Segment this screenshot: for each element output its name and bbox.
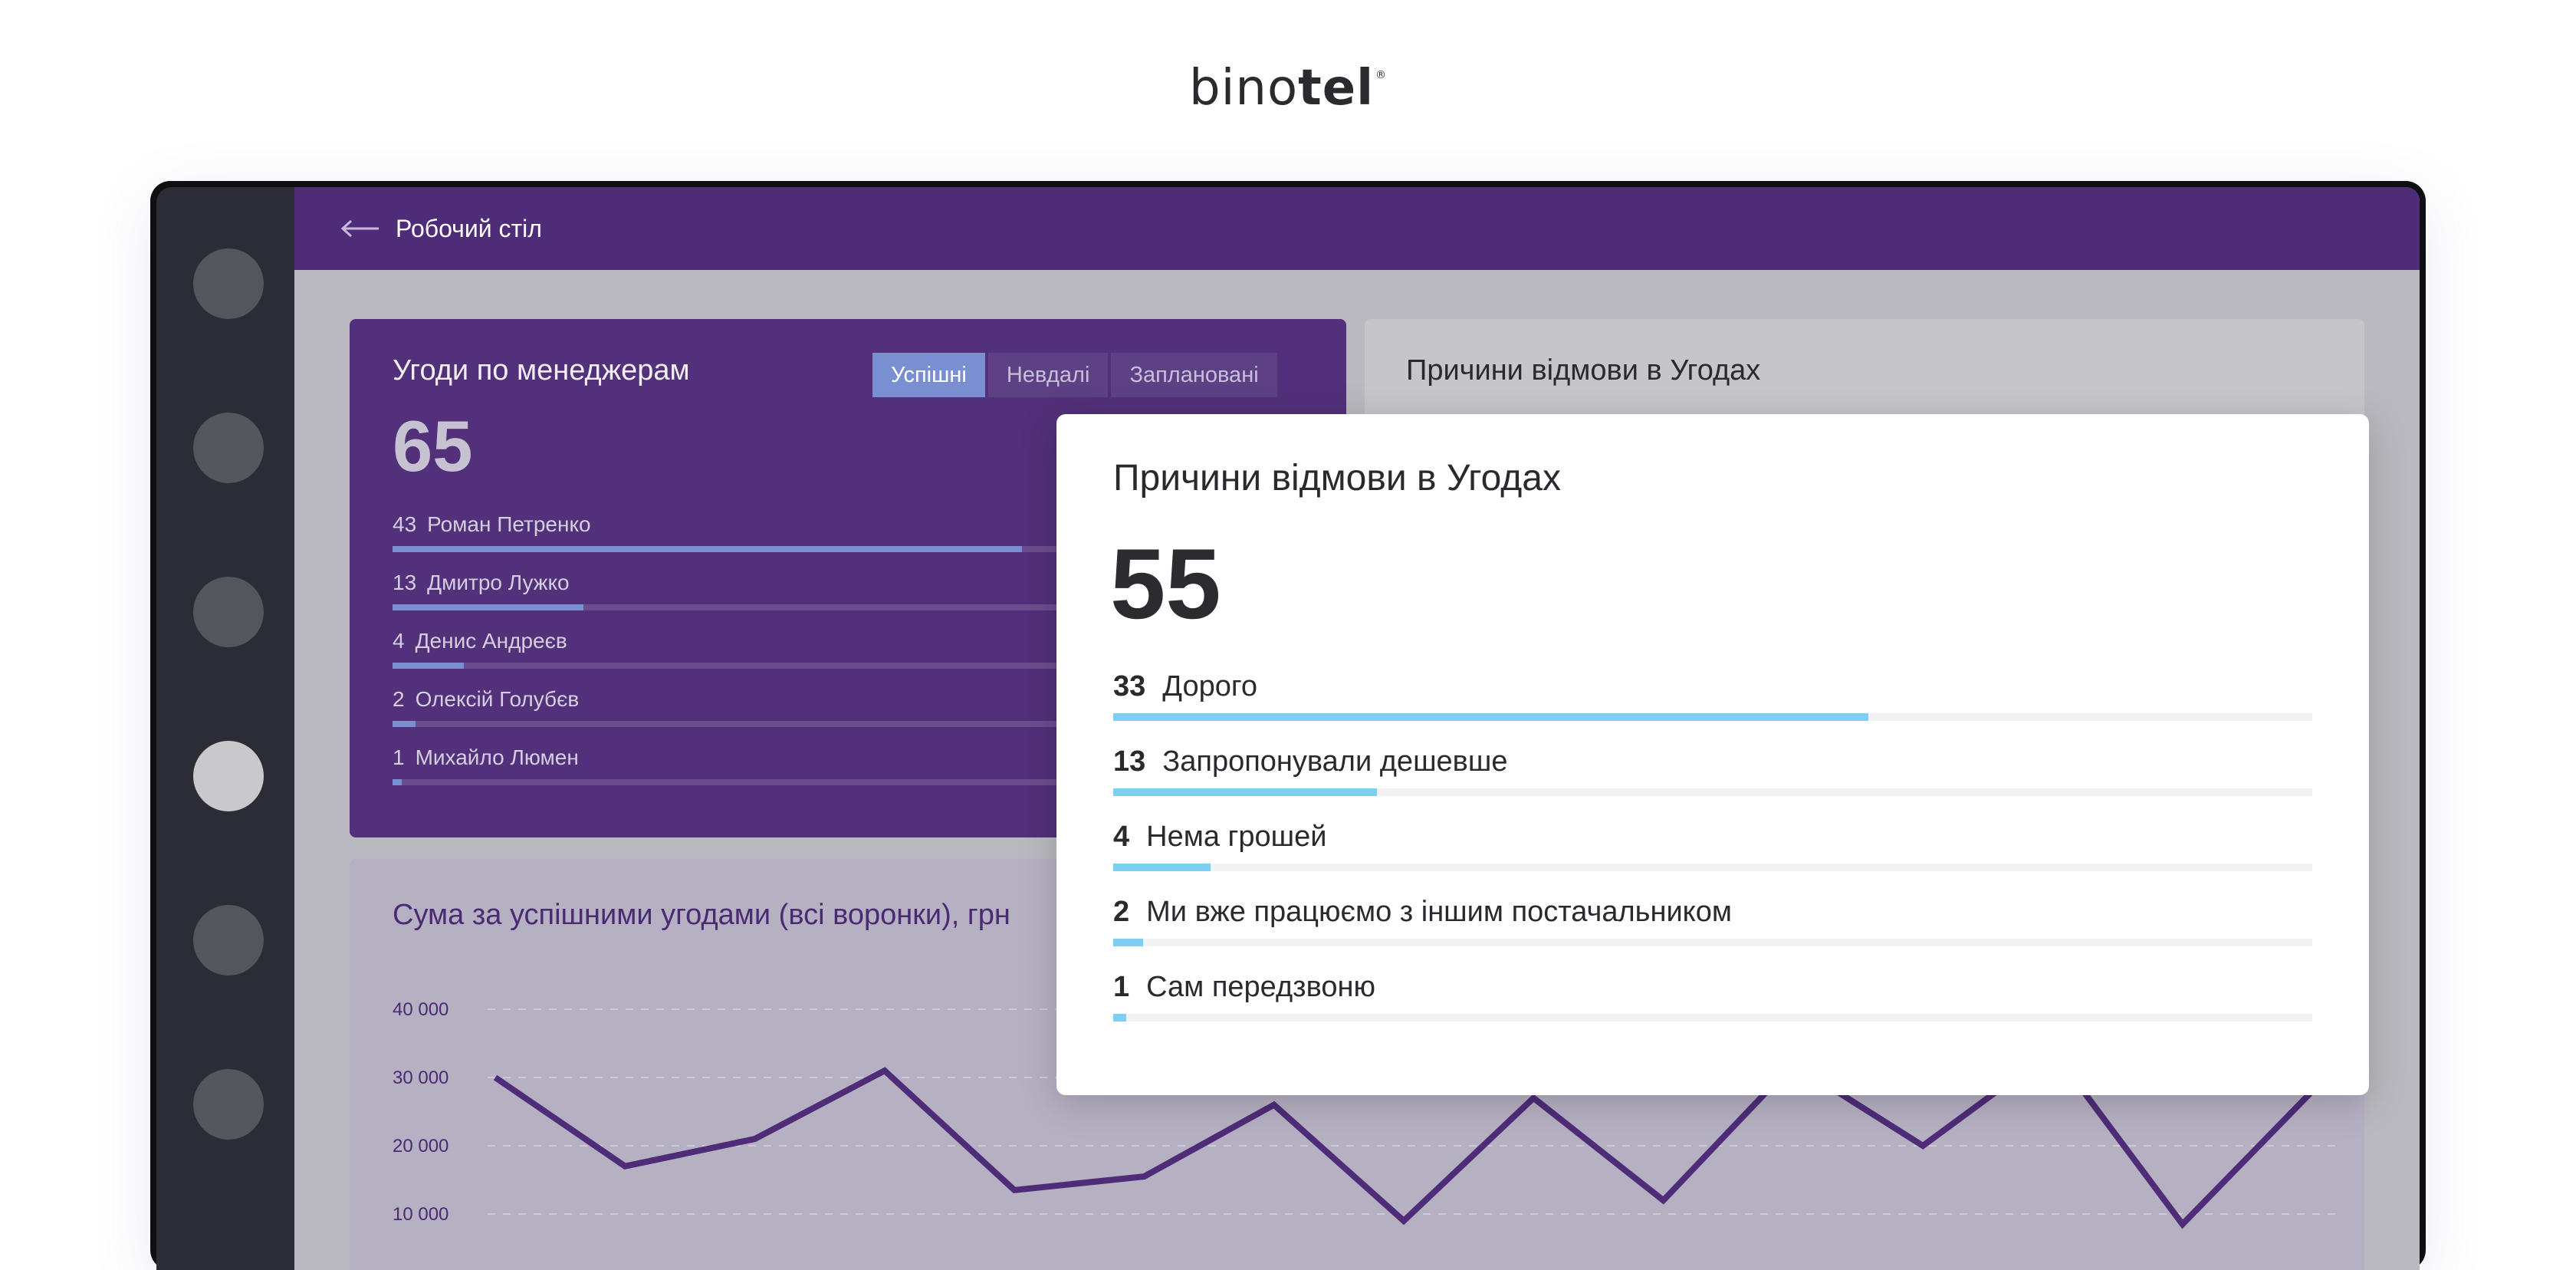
refusal-reasons-popup: Причини відмови в Угодах 55 33 Дорого 13 З… [1056,414,2369,1095]
reason-bar-fill [1113,788,1378,796]
back-to-desktop-link[interactable]: Робочий стіл [340,213,542,244]
popup-title: Причини відмови в Угодах [1113,458,1561,498]
deals-card-title: Угоди по менеджерам [393,354,690,387]
reason-label: Дорого [1162,670,1258,702]
deal-status-tabs: Успішні Невдалі Заплановані [872,353,1280,397]
reason-row: 13 Запропонували дешевше [1113,745,2312,799]
manager-bar-fill [393,604,583,610]
binotel-logo: binotel ® [0,60,2576,117]
sidebar-nav-item-3[interactable] [193,577,264,647]
manager-name: Дмитро Лужко [427,571,570,594]
sidebar-nav-item-1[interactable] [193,248,264,319]
reason-bar-track [1113,1014,2312,1022]
y-tick-label: 10 000 [393,1204,449,1225]
manager-count: 2 [393,687,405,711]
reason-row: 1 Сам передзвоню [1113,971,2312,1025]
deals-total: 65 [393,406,473,486]
reason-bar-fill [1113,1014,1127,1022]
reason-label: Сам передзвоню [1146,971,1375,1003]
reason-bar-track [1113,713,2312,721]
manager-count: 1 [393,745,405,769]
manager-count: 4 [393,629,405,653]
popup-total: 55 [1110,528,1221,640]
arrow-left-icon [340,219,379,238]
manager-bar-fill [393,721,416,727]
manager-name: Денис Андреєв [415,629,567,653]
y-tick-label: 20 000 [393,1136,449,1156]
reason-count: 2 [1113,896,1130,928]
reason-count: 1 [1113,971,1130,1003]
sidebar-nav-item-2[interactable] [193,413,264,483]
refusal-reasons-card-title: Причини відмови в Угодах [1406,354,1761,387]
reason-label: Ми вже працюємо з іншим постачальником [1146,896,1732,928]
reason-bar-track [1113,864,2312,871]
top-bar: Робочий стіл [294,187,2420,270]
manager-name: Олексій Голубєв [415,687,580,711]
tab-successful[interactable]: Успішні [872,353,985,397]
sidebar-nav-item-6[interactable] [193,1069,264,1140]
tab-failed[interactable]: Невдалі [987,353,1109,397]
sidebar-nav-item-4-active[interactable] [193,741,264,811]
manager-bar-fill [393,663,465,669]
reason-count: 33 [1113,670,1146,702]
manager-count: 13 [393,571,417,594]
reason-bar-fill [1113,713,1869,721]
reason-bar-track [1113,788,2312,796]
reason-bar-track [1113,939,2312,946]
y-tick-label: 30 000 [393,1068,449,1088]
sidebar [156,187,294,1270]
y-tick-label: 40 000 [393,999,449,1020]
reason-label: Нема грошей [1146,821,1327,853]
reason-label: Запропонували дешевше [1162,745,1508,778]
sidebar-nav-item-5[interactable] [193,905,264,976]
manager-bar-fill [393,546,1023,552]
brand-mark: ® [1375,69,1388,81]
brand-regular: bino [1188,60,1299,117]
reason-row: 4 Нема грошей [1113,821,2312,874]
manager-name: Михайло Люмен [415,745,579,769]
manager-count: 43 [393,512,417,536]
reason-count: 13 [1113,745,1146,778]
back-label: Робочий стіл [396,214,542,242]
tab-planned[interactable]: Заплановані [1111,353,1277,397]
reason-row: 2 Ми вже працюємо з іншим постачальником [1113,896,2312,949]
reason-count: 4 [1113,821,1130,853]
manager-bar-fill [393,779,402,785]
reason-bar-fill [1113,939,1144,946]
manager-name: Роман Петренко [427,512,591,536]
brand-bold: tel [1298,60,1375,117]
reason-bar-fill [1113,864,1211,871]
reason-row: 33 Дорого [1113,670,2312,724]
